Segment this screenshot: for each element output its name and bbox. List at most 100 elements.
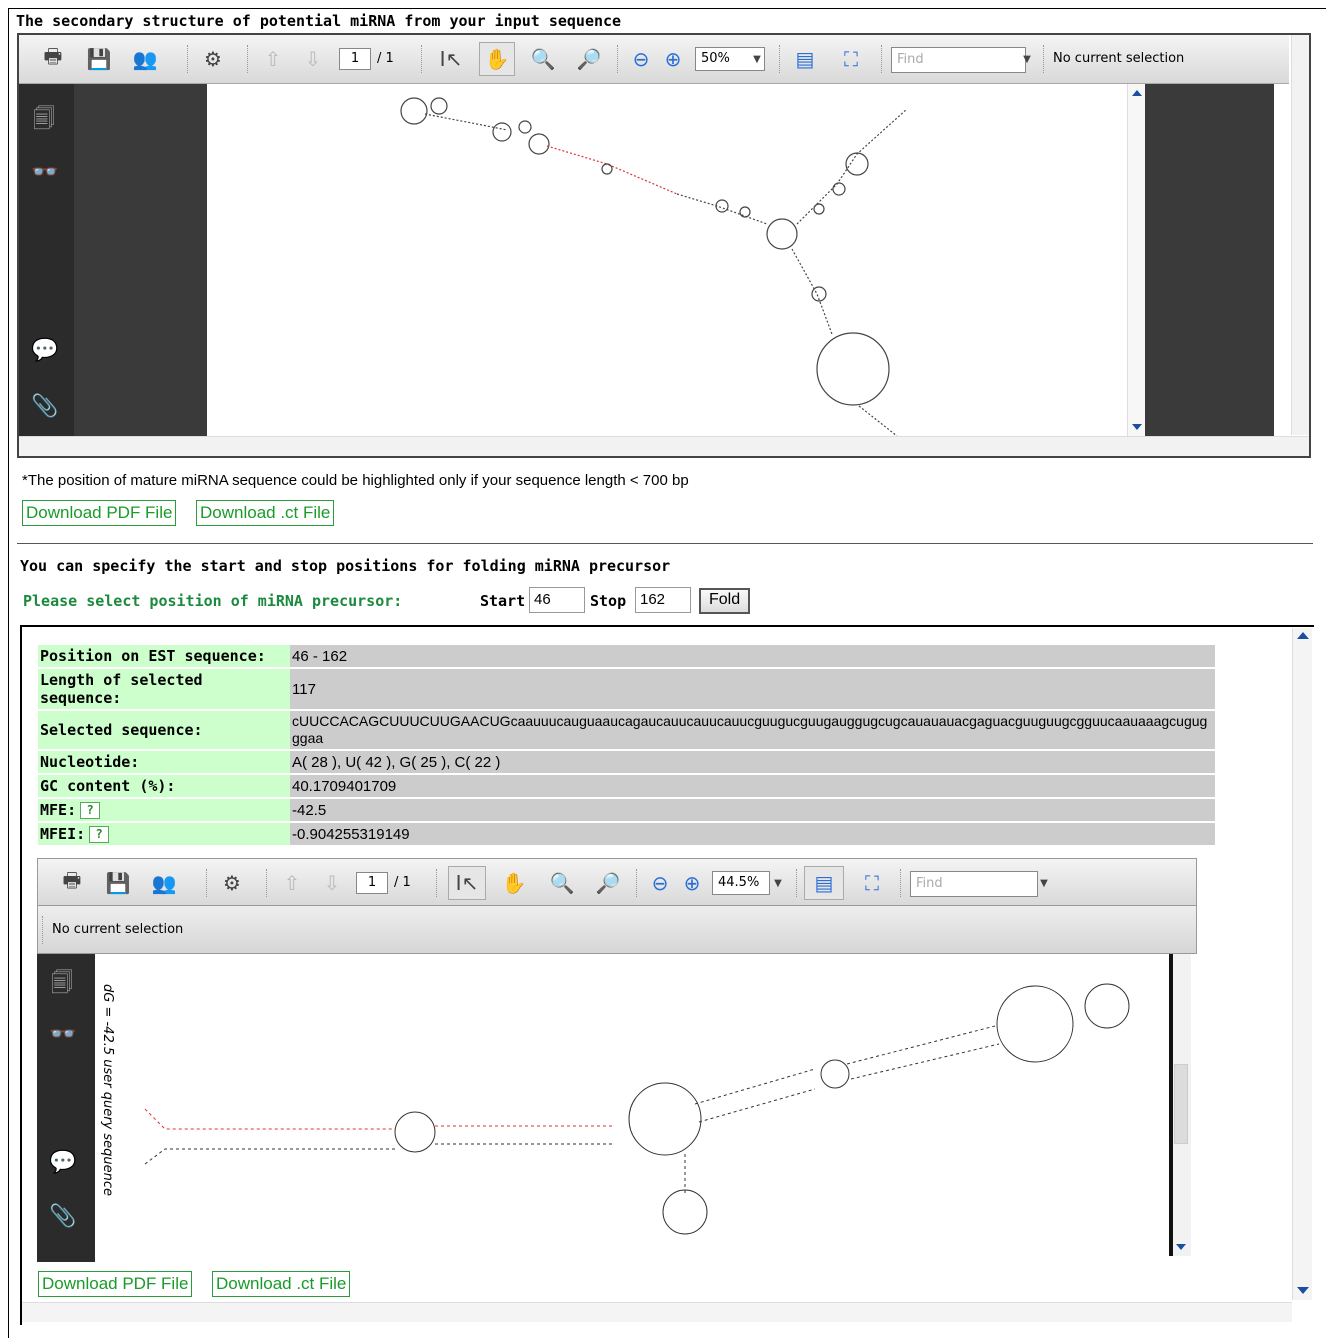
selection-status: No current selection [52,922,184,937]
fold-heading: You can specify the start and stop posit… [20,557,671,575]
share-icon[interactable]: 👥 [150,869,178,897]
scroll-thumb[interactable] [1174,1064,1188,1144]
pdf-viewer-2[interactable]: 🖶 💾 👥 ⚙ ⇧ ⇩ 1 / 1 I↖ ✋ 🔍 🔎 ⊖ ⊕ 44.5% ▼ ▤… [37,858,1197,1262]
page-number-input[interactable]: 1 [356,872,388,894]
hand-tool-icon[interactable]: ✋ [479,42,515,76]
share-icon[interactable]: 👥 [131,45,159,73]
position-value: 46 - 162 [290,645,1215,667]
chevron-down-icon[interactable]: ▼ [749,45,765,73]
fit-width-icon[interactable]: ▤ [804,866,844,900]
save-icon[interactable]: 💾 [104,869,132,897]
table-row: GC content (%): 40.1709401709 [38,775,1215,797]
chevron-down-icon[interactable]: ▼ [1036,869,1052,897]
toolbar-divider [436,869,438,897]
mfe-help-icon[interactable]: ? [80,802,101,819]
prev-page-icon[interactable]: ⇧ [278,869,306,897]
download-ct-button[interactable]: Download .ct File [212,1271,351,1297]
binoculars-icon[interactable]: 👓 [49,1022,76,1048]
toolbar-divider [796,869,798,897]
scroll-down-icon[interactable] [1297,1287,1309,1294]
start-input[interactable]: 46 [529,587,585,613]
binoculars-icon[interactable]: 👓 [31,160,58,186]
scroll-up-icon[interactable] [1297,632,1309,639]
toolbar-divider [617,45,619,73]
toolbar-divider [187,45,189,73]
table-row: MFEI:? -0.904255319149 [38,823,1215,845]
horizontal-scrollbar[interactable] [19,436,1309,456]
results-horizontal-scrollbar[interactable] [22,1302,1292,1322]
mfei-label: MFEI: [40,825,86,843]
comments-icon[interactable]: 💬 [49,1150,76,1176]
zoom-out-icon[interactable]: ⊖ [646,869,674,897]
select-tool-icon[interactable]: I↖ [437,45,465,73]
outer-scrollbar[interactable] [1291,35,1309,435]
toolbar-divider [421,45,423,73]
chevron-down-icon[interactable]: ▼ [770,869,786,897]
length-label: Length of selected sequence: [38,669,290,709]
settings-icon[interactable]: ⚙ [218,869,246,897]
zoom-out-icon[interactable]: ⊖ [627,45,655,73]
toolbar-divider [206,869,208,897]
dynamic-zoom-icon[interactable]: 🔎 [594,869,622,897]
zoom-in-icon[interactable]: ⊕ [659,45,687,73]
save-icon[interactable]: 💾 [85,45,113,73]
sequence-info-table: Position on EST sequence: 46 - 162 Lengt… [38,643,1215,847]
zoom-select[interactable]: 44.5% [712,871,770,895]
settings-icon[interactable]: ⚙ [199,45,227,73]
print-icon[interactable]: 🖶 [39,44,67,73]
stop-input[interactable]: 162 [635,587,691,613]
scroll-down-icon[interactable] [1132,424,1142,430]
status-bar: No current selection [37,906,1197,954]
table-row: MFE:? -42.5 [38,799,1215,821]
mfe-label: MFE: [40,801,77,819]
fit-page-icon[interactable]: ⛶ [837,45,865,73]
hand-tool-icon[interactable]: ✋ [500,869,528,897]
table-row: Nucleotide: A( 28 ), U( 42 ), G( 25 ), C… [38,751,1215,773]
toolbar-divider [636,869,638,897]
download-ct-button[interactable]: Download .ct File [196,500,335,526]
results-scrollbar[interactable] [1292,628,1312,1300]
comments-icon[interactable]: 💬 [31,338,58,364]
mfe-label-cell: MFE:? [38,799,290,821]
page-scrollbar[interactable] [1127,84,1145,436]
scroll-down-icon[interactable] [1176,1244,1186,1250]
stop-label: Stop [590,592,627,610]
fold-button[interactable]: Fold [699,588,751,614]
prev-page-icon[interactable]: ⇧ [259,45,287,73]
chevron-down-icon[interactable]: ▼ [1019,45,1035,73]
next-page-icon[interactable]: ⇩ [318,869,346,897]
toolbar-divider [266,869,268,897]
divider [17,543,1313,544]
length-note: *The position of mature miRNA sequence c… [22,472,689,489]
mfei-help-icon[interactable]: ? [89,826,110,843]
scroll-up-icon[interactable] [1132,90,1142,96]
pages-icon[interactable]: 🗐 [49,966,75,996]
pdf-viewer-1[interactable]: 🖶 💾 👥 ⚙ ⇧ ⇩ 1 / 1 I↖ ✋ 🔍 🔎 ⊖ ⊕ 50% ▼ ▤ ⛶… [17,33,1311,458]
page-scrollbar[interactable] [1171,954,1191,1256]
zoom-in-icon[interactable]: ⊕ [678,869,706,897]
fit-page-icon[interactable]: ⛶ [858,869,886,897]
page-number-input[interactable]: 1 [339,48,371,70]
secondary-structure-drawing [400,97,908,436]
next-page-icon[interactable]: ⇩ [299,45,327,73]
mfei-label-cell: MFEI:? [38,823,290,845]
dynamic-zoom-icon[interactable]: 🔎 [575,45,603,73]
structure-page: dG = -42.5 user query sequence [95,954,1171,1256]
download-pdf-button[interactable]: Download PDF File [22,500,177,526]
attachment-icon[interactable]: 📎 [31,394,58,420]
fit-width-icon[interactable]: ▤ [791,45,819,73]
pdf-toolbar: 🖶 💾 👥 ⚙ ⇧ ⇩ 1 / 1 I↖ ✋ 🔍 🔎 ⊖ ⊕ 44.5% ▼ ▤… [37,858,1197,906]
pages-icon[interactable]: 🗐 [31,102,57,132]
select-tool-icon[interactable]: I↖ [448,866,486,900]
navigation-pane: 🗐 👓 💬 📎 [37,954,95,1262]
find-input[interactable]: Find [891,47,1026,73]
download-pdf-button[interactable]: Download PDF File [38,1271,193,1297]
table-row: Length of selected sequence: 117 [38,669,1215,709]
marquee-zoom-icon[interactable]: 🔍 [548,869,576,897]
find-input[interactable]: Find [910,871,1038,897]
marquee-zoom-icon[interactable]: 🔍 [529,45,557,73]
print-icon[interactable]: 🖶 [58,868,86,897]
length-value: 117 [290,669,1215,709]
structure-page [207,84,1127,436]
attachment-icon[interactable]: 📎 [49,1204,76,1230]
